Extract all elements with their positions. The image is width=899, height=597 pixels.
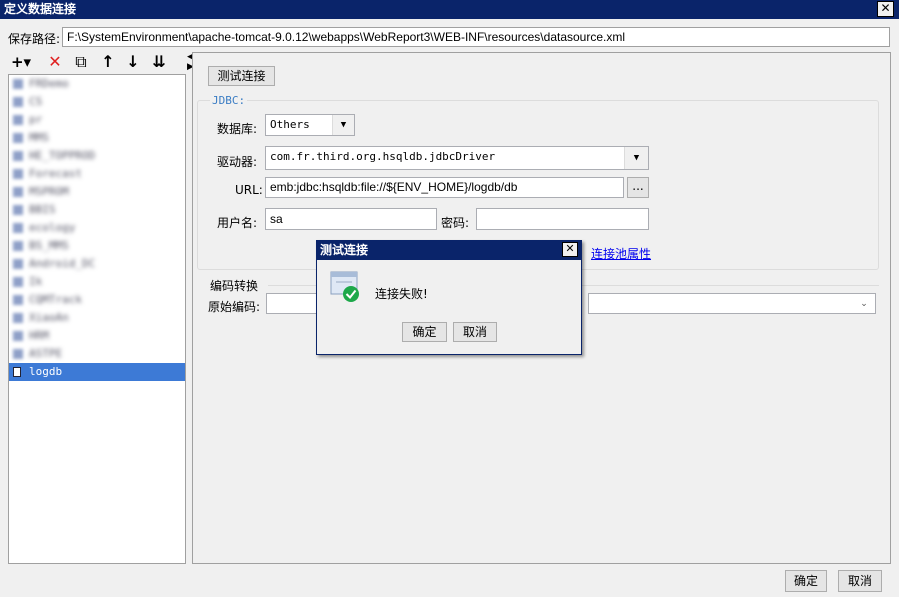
dialog-close-icon[interactable]: ✕ — [562, 242, 578, 257]
tree-item[interactable]: Ik — [9, 273, 185, 291]
connection-pool-link[interactable]: 连接池属性 — [591, 245, 651, 262]
sort-icon[interactable]: ⇊ — [148, 52, 170, 72]
driver-label: 驱动器: — [217, 155, 258, 169]
dialog-message: 连接失败! — [375, 287, 428, 301]
dialog-title: 测试连接 — [317, 241, 581, 260]
tree-item[interactable]: pr — [9, 111, 185, 129]
tree-item-label: CQMTrack — [29, 293, 82, 306]
copy-icon[interactable]: ⧉ — [70, 52, 92, 72]
tree-item[interactable]: HRM — [9, 327, 185, 345]
connection-icon — [13, 295, 23, 305]
tree-item[interactable]: CQMTrack — [9, 291, 185, 309]
cancel-button[interactable]: 取消 — [838, 570, 882, 592]
tree-item-logdb[interactable]: logdb — [9, 363, 185, 381]
connection-icon — [13, 223, 23, 233]
tree-item-label: logdb — [29, 365, 63, 378]
ok-button[interactable]: 确定 — [785, 570, 827, 592]
password-field[interactable] — [476, 208, 649, 230]
save-path-label: 保存路径: — [8, 32, 61, 46]
connection-icon — [13, 367, 21, 377]
window-title-bar: 定义数据连接 — [0, 0, 899, 19]
connection-icon — [13, 97, 23, 107]
tree-item[interactable]: FRDemo — [9, 75, 185, 93]
add-connection-icon[interactable]: +▾ — [10, 52, 32, 72]
connection-icon — [13, 115, 23, 125]
move-down-icon[interactable]: ↓ — [122, 52, 144, 72]
chevron-down-icon[interactable]: ⌄ — [853, 294, 875, 313]
url-label: URL: — [235, 183, 263, 197]
tree-item[interactable]: BS_MMS — [9, 237, 185, 255]
tree-item[interactable]: HE_TOPPROD — [9, 147, 185, 165]
connection-icon — [13, 313, 23, 323]
tree-item[interactable]: CS — [9, 93, 185, 111]
window-title: 定义数据连接 — [4, 2, 77, 16]
username-field[interactable]: sa — [265, 208, 437, 230]
save-path-field[interactable]: F:\SystemEnvironment\apache-tomcat-9.0.1… — [62, 27, 890, 47]
database-value: Others — [270, 118, 310, 131]
test-connection-button[interactable]: 测试连接 — [208, 66, 275, 86]
connection-icon — [13, 151, 23, 161]
connection-icon — [13, 331, 23, 341]
connection-icon — [13, 169, 23, 179]
connection-list: FRDemo CS pr MMS HE_TOPPROD Forecast MSPROM BBI… — [9, 75, 185, 363]
tree-item-label: ASTPE — [29, 347, 63, 360]
database-select[interactable]: Others ▼ — [265, 114, 355, 136]
connection-icon — [13, 277, 23, 287]
connection-icon — [13, 349, 23, 359]
dialog-ok-button[interactable]: 确定 — [402, 322, 447, 342]
target-encoding-select[interactable]: ⌄ — [588, 293, 876, 314]
tree-item-label: FRDemo — [29, 77, 69, 90]
delete-icon[interactable]: ✕ — [44, 52, 66, 72]
move-up-icon[interactable]: ↑ — [97, 52, 119, 72]
tree-item-label: Android_DC — [29, 257, 96, 270]
tree-item-label: CS — [29, 95, 43, 108]
tree-item-label: HRM — [29, 329, 49, 342]
tree-item[interactable]: Android_DC — [9, 255, 185, 273]
connection-icon — [13, 241, 23, 251]
connection-tree: FRDemo CS pr MMS HE_TOPPROD Forecast MSPROM BBI… — [8, 74, 186, 564]
tree-item[interactable]: XiaoAn — [9, 309, 185, 327]
tree-item-label: Forecast — [29, 167, 82, 180]
driver-value: com.fr.third.org.hsqldb.jdbcDriver — [270, 150, 496, 163]
tree-item[interactable]: Forecast — [9, 165, 185, 183]
tree-item-label: Ik — [29, 275, 43, 288]
connection-icon — [13, 133, 23, 143]
test-connection-dialog: 测试连接 ✕ 连接失败! 确定 取消 — [316, 240, 582, 355]
database-label: 数据库: — [217, 122, 258, 136]
connection-icon — [13, 79, 23, 89]
tree-item[interactable]: ecology — [9, 219, 185, 237]
tree-item[interactable]: ASTPE — [9, 345, 185, 363]
connection-icon — [13, 205, 23, 215]
dialog-cancel-button[interactable]: 取消 — [453, 322, 497, 342]
tree-item-label: MSPROM — [29, 185, 69, 198]
jdbc-legend: JDBC: — [210, 94, 248, 107]
tree-item-label: MMS — [29, 131, 49, 144]
chevron-down-icon[interactable]: ▼ — [624, 147, 648, 169]
connection-icon — [13, 259, 23, 269]
tree-item-label: BBIS — [29, 203, 56, 216]
window-close-icon[interactable]: ✕ — [877, 1, 894, 17]
password-label: 密码: — [441, 216, 470, 230]
original-encoding-label: 原始编码: — [208, 300, 261, 314]
url-field[interactable]: emb:jdbc:hsqldb:file://${ENV_HOME}/logdb… — [265, 177, 624, 198]
chevron-down-icon[interactable]: ▼ — [332, 115, 354, 135]
tree-item[interactable]: MMS — [9, 129, 185, 147]
tree-item-label: BS_MMS — [29, 239, 69, 252]
tree-item-label: HE_TOPPROD — [29, 149, 96, 162]
tree-item-label: pr — [29, 113, 43, 126]
url-browse-button[interactable]: ... — [627, 177, 649, 198]
encoding-title: 编码转换 — [210, 279, 259, 293]
connection-icon — [13, 187, 23, 197]
tree-item-label: ecology — [29, 221, 76, 234]
driver-select[interactable]: com.fr.third.org.hsqldb.jdbcDriver ▼ — [265, 146, 649, 170]
tree-item-label: XiaoAn — [29, 311, 69, 324]
username-label: 用户名: — [217, 216, 258, 230]
tree-item[interactable]: BBIS — [9, 201, 185, 219]
tree-item[interactable]: MSPROM — [9, 183, 185, 201]
connection-status-icon — [330, 271, 359, 302]
